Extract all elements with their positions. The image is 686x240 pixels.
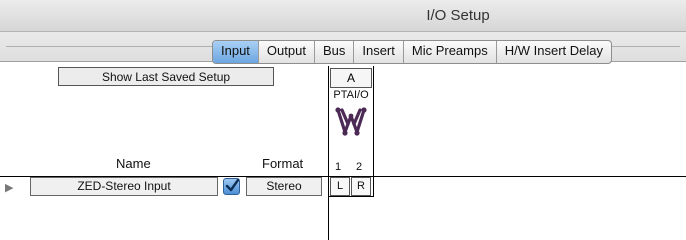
device-name-label: PTAI/O <box>333 89 369 101</box>
channel-assignment-left[interactable]: L <box>330 177 350 196</box>
grid-divider <box>328 66 329 240</box>
channel-number: 1 <box>335 161 342 173</box>
tab-input[interactable]: Input <box>213 41 259 63</box>
audio-interface-icon <box>334 104 368 138</box>
path-format-selector[interactable]: Stereo <box>246 177 322 196</box>
title-bar: I/O Setup <box>0 0 686 32</box>
tab-bus[interactable]: Bus <box>315 41 355 63</box>
window-title: I/O Setup <box>426 7 490 24</box>
checkmark-icon <box>225 179 239 192</box>
tab-hw-insert-delay[interactable]: H/W Insert Delay <box>497 41 611 63</box>
tab-group: Input Output Bus Insert Mic Preamps H/W … <box>212 40 612 64</box>
path-name-field[interactable]: ZED-Stereo Input <box>30 177 218 196</box>
show-last-saved-setup-button[interactable]: Show Last Saved Setup <box>58 67 274 86</box>
tab-output[interactable]: Output <box>259 41 315 63</box>
grid-divider <box>373 66 374 197</box>
format-column-header: Format <box>262 156 304 171</box>
grid-divider <box>328 196 374 197</box>
disclosure-triangle-icon[interactable]: ▶ <box>5 181 13 194</box>
tab-insert[interactable]: Insert <box>354 41 404 63</box>
channel-assignment-right[interactable]: R <box>351 177 371 196</box>
tab-mic-preamps[interactable]: Mic Preamps <box>404 41 497 63</box>
channel-number: 2 <box>356 161 363 173</box>
path-active-checkbox[interactable] <box>223 178 240 195</box>
device-group-label: A <box>330 68 372 88</box>
name-column-header: Name <box>116 156 151 171</box>
